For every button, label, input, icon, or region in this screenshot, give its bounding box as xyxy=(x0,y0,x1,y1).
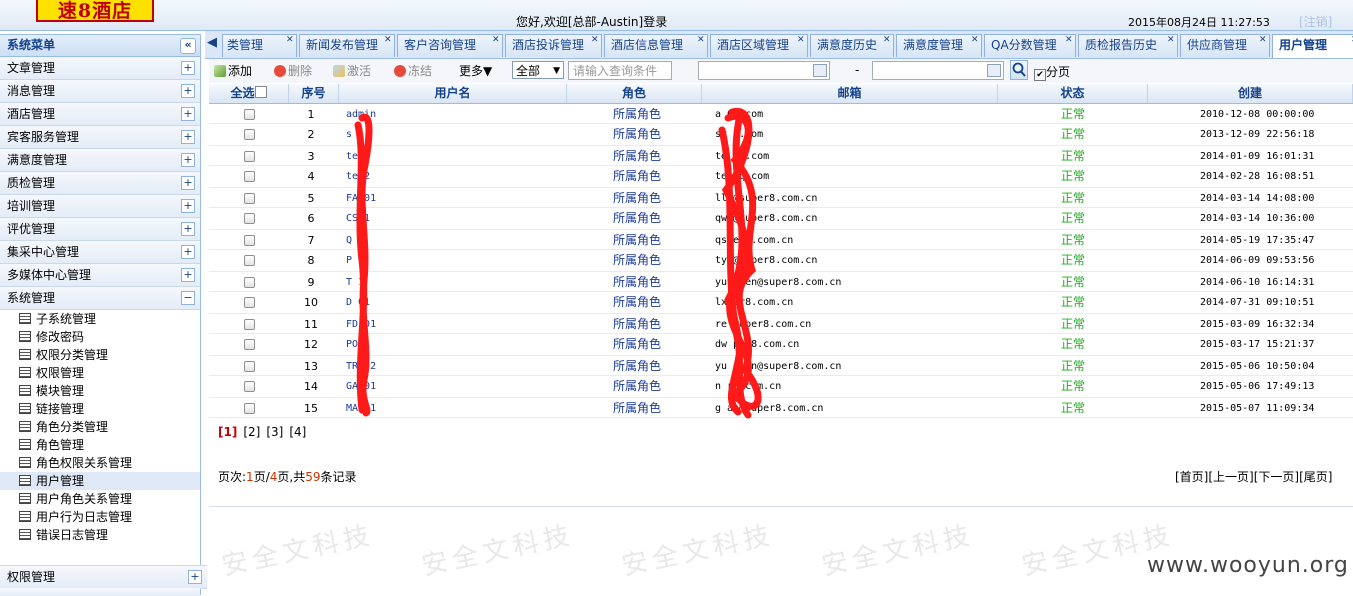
redaction-scribble-username xyxy=(354,113,373,417)
redaction-scribble-email xyxy=(718,108,762,419)
redaction-scribble xyxy=(354,108,762,419)
